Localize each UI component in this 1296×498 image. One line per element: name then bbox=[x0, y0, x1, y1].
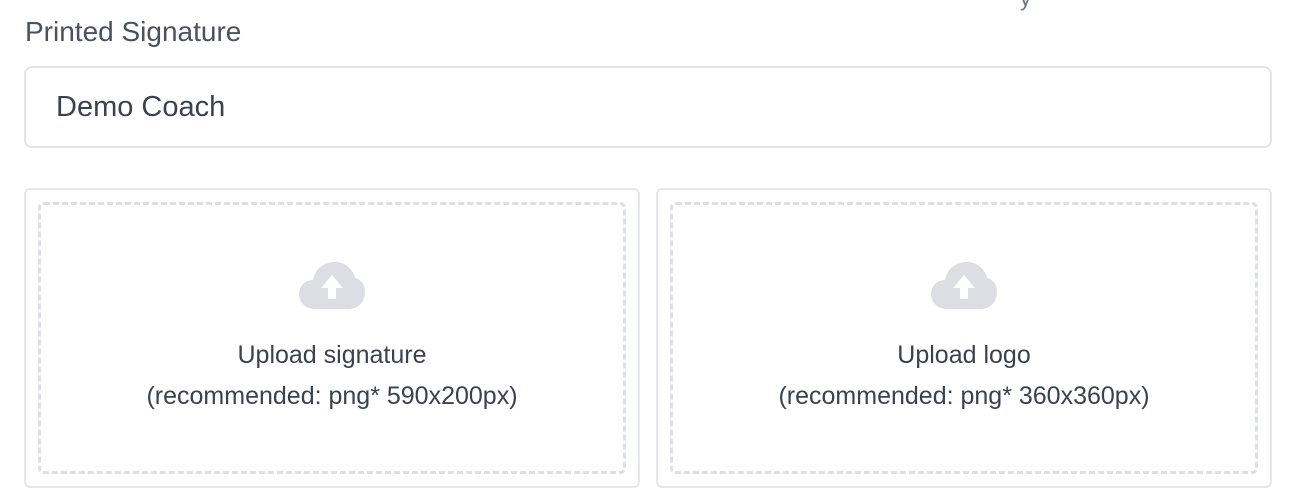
signature-upload-card: Upload signature (recommended: png* 590x… bbox=[24, 188, 640, 488]
upload-signature-hint: (recommended: png* 590x200px) bbox=[146, 382, 518, 410]
upload-logo-hint: (recommended: png* 360x360px) bbox=[778, 382, 1150, 410]
cloud-upload-icon bbox=[931, 262, 997, 309]
upload-signature-title: Upload signature bbox=[237, 341, 427, 369]
page: y Printed Signature Upload signature (re… bbox=[0, 0, 1296, 498]
cloud-upload-icon bbox=[299, 262, 365, 309]
logo-upload-card: Upload logo (recommended: png* 360x360px… bbox=[656, 188, 1272, 488]
upload-logo-title: Upload logo bbox=[897, 341, 1031, 369]
logo-dropzone[interactable]: Upload logo (recommended: png* 360x360px… bbox=[670, 202, 1258, 474]
printed-signature-label: Printed Signature bbox=[25, 16, 242, 47]
cut-off-text: y bbox=[1020, 0, 1031, 12]
signature-dropzone[interactable]: Upload signature (recommended: png* 590x… bbox=[38, 202, 626, 474]
printed-signature-input[interactable] bbox=[24, 66, 1272, 148]
